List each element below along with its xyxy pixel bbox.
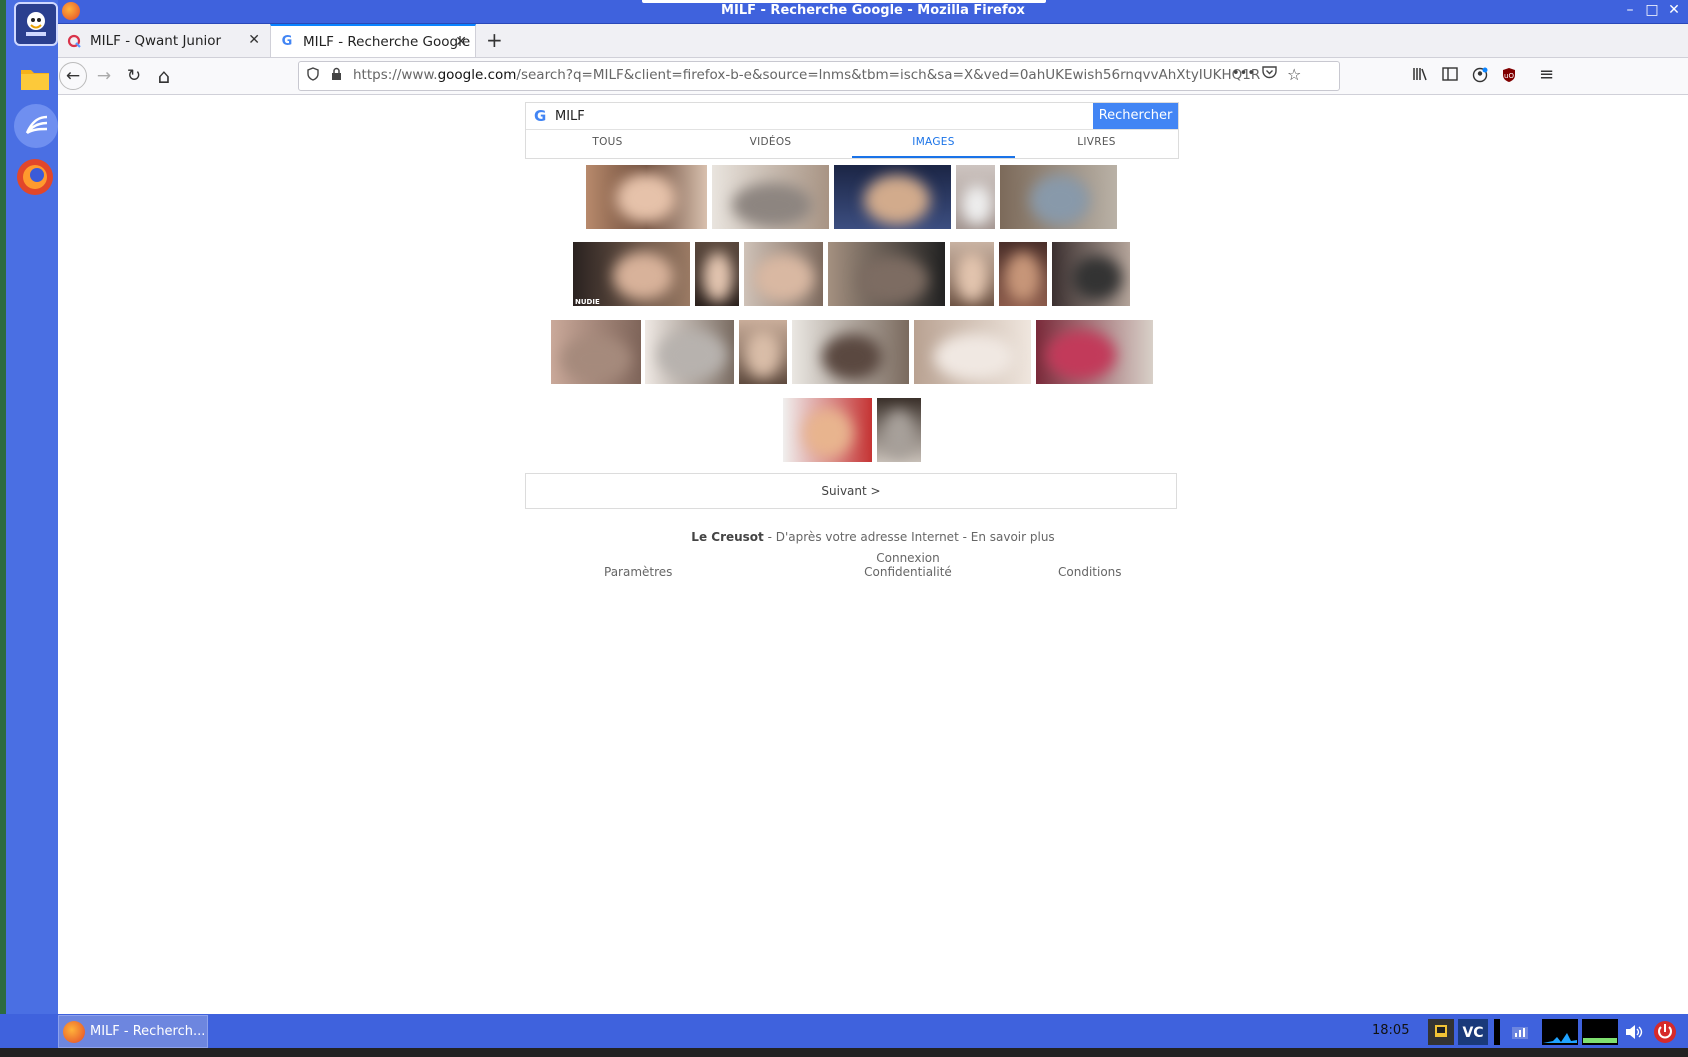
pocket-icon[interactable]: [1262, 65, 1277, 83]
close-tab-icon[interactable]: ✕: [248, 32, 260, 48]
image-result[interactable]: [999, 242, 1047, 306]
image-result[interactable]: [744, 242, 823, 306]
image-result[interactable]: [695, 242, 739, 306]
tab-qwant[interactable]: MILF - Qwant Junior ✕: [58, 24, 268, 57]
file-manager-icon[interactable]: [14, 57, 56, 99]
tracking-shield-icon[interactable]: [307, 67, 319, 85]
close-tab-icon[interactable]: ✕: [455, 34, 467, 50]
search-box: G MILF Rechercher TOUS VIDÉOS IMAGES LIV…: [525, 102, 1179, 159]
page-actions-button[interactable]: •••: [1232, 66, 1255, 81]
power-icon[interactable]: [1652, 1019, 1678, 1045]
search-tabs: TOUS VIDÉOS IMAGES LIVRES: [526, 130, 1178, 158]
image-result[interactable]: [551, 320, 641, 384]
search-row: G MILF Rechercher: [526, 103, 1178, 130]
volume-icon[interactable]: [1622, 1019, 1646, 1045]
location-info[interactable]: - D'après votre adresse Internet - En sa…: [764, 530, 1055, 544]
login-link[interactable]: Connexion: [828, 551, 988, 565]
location-city: Le Creusot: [691, 530, 764, 544]
privacy-link[interactable]: Confidentialité: [828, 565, 988, 579]
task-label: MILF - Recherch...: [90, 1024, 206, 1039]
firefox-launcher-icon[interactable]: [14, 156, 56, 198]
image-result[interactable]: [792, 320, 909, 384]
tab-images[interactable]: IMAGES: [852, 130, 1015, 158]
url-prefix: https://www.: [353, 67, 438, 83]
maximize-button[interactable]: □: [1643, 2, 1661, 18]
launcher-panel: [6, 0, 58, 1020]
next-page-button[interactable]: Suivant >: [525, 473, 1177, 509]
library-icon[interactable]: [1412, 67, 1428, 85]
tab-all[interactable]: TOUS: [526, 130, 689, 158]
url-path: /search?q=MILF&client=firefox-b-e&source…: [516, 67, 1261, 83]
google-logo-icon: G: [534, 107, 547, 125]
image-result[interactable]: [586, 165, 707, 229]
clock[interactable]: 18:05: [1372, 1023, 1409, 1038]
taskbar-firefox-item[interactable]: MILF - Recherch...: [58, 1015, 208, 1048]
tray-separator: [1494, 1019, 1500, 1045]
close-window-button[interactable]: ✕: [1665, 2, 1683, 18]
window-title: MILF - Recherche Google - Mozilla Firefo…: [721, 3, 1025, 18]
ublock-icon[interactable]: uO: [1502, 67, 1516, 87]
tab-google[interactable]: G MILF - Recherche Google ✕: [270, 24, 476, 57]
menu-icon[interactable]: ≡: [1539, 64, 1554, 85]
account-icon[interactable]: [1472, 67, 1488, 87]
url-text[interactable]: https://www.google.com/search?q=MILF&cli…: [353, 67, 1268, 83]
firefox-icon: [63, 1020, 85, 1043]
thumbnail-watermark: NUDIE: [575, 298, 600, 306]
tab-strip: MILF - Qwant Junior ✕ G MILF - Recherche…: [58, 24, 1688, 58]
distro-logo-icon[interactable]: [14, 2, 58, 46]
svg-text:VC: VC: [1462, 1025, 1483, 1041]
image-result[interactable]: [828, 242, 945, 306]
image-result[interactable]: NUDIE: [573, 242, 690, 306]
navigation-toolbar: ← → ↻ ⌂ https://www.google.com/search?q=…: [58, 58, 1688, 95]
lock-icon[interactable]: [331, 67, 342, 85]
forward-button[interactable]: →: [90, 62, 118, 90]
sidebar-icon[interactable]: [1442, 67, 1458, 85]
cpu-graph-icon: [1542, 1019, 1578, 1045]
memory-graph-icon: [1582, 1019, 1618, 1045]
bookmark-star-icon[interactable]: ☆: [1287, 65, 1301, 84]
image-result[interactable]: [834, 165, 951, 229]
location-line: Le Creusot - D'après votre adresse Inter…: [58, 530, 1688, 544]
image-result[interactable]: [1036, 320, 1153, 384]
network-wireless-icon[interactable]: [1508, 1019, 1532, 1045]
image-result[interactable]: [645, 320, 734, 384]
url-bar[interactable]: https://www.google.com/search?q=MILF&cli…: [298, 61, 1340, 91]
image-result[interactable]: [739, 320, 787, 384]
qwant-favicon-icon: [66, 33, 82, 49]
firefox-window: MILF - Recherche Google - Mozilla Firefo…: [58, 0, 1688, 1014]
desktop-bottom-strip: [0, 1048, 1688, 1057]
image-result[interactable]: [914, 320, 1031, 384]
image-result[interactable]: [712, 165, 829, 229]
terms-link[interactable]: Conditions: [1058, 565, 1122, 579]
network-wired-icon[interactable]: [1428, 1019, 1454, 1045]
app-launcher-icon[interactable]: [14, 104, 58, 148]
tab-label: MILF - Qwant Junior: [90, 32, 222, 49]
image-result[interactable]: [877, 398, 921, 462]
url-host: google.com: [437, 67, 517, 83]
title-bar: MILF - Recherche Google - Mozilla Firefo…: [58, 0, 1688, 24]
image-result[interactable]: [956, 165, 995, 229]
tab-videos[interactable]: VIDÉOS: [689, 130, 852, 158]
google-favicon-icon: G: [281, 34, 293, 49]
page-content: G MILF Rechercher TOUS VIDÉOS IMAGES LIV…: [58, 95, 1688, 1014]
taskbar: MILF - Recherch... 18:05 VC: [0, 1014, 1688, 1048]
settings-link[interactable]: Paramètres: [604, 565, 672, 579]
tab-label: MILF - Recherche Google: [303, 33, 471, 50]
back-button[interactable]: ←: [59, 62, 87, 90]
search-input[interactable]: MILF: [555, 109, 585, 124]
minimize-button[interactable]: –: [1621, 2, 1639, 18]
tab-books[interactable]: LIVRES: [1015, 130, 1178, 158]
home-button[interactable]: ⌂: [150, 62, 178, 90]
image-result[interactable]: [1000, 165, 1117, 229]
search-button[interactable]: Rechercher: [1093, 103, 1178, 129]
image-result[interactable]: [950, 242, 994, 306]
svg-text:uO: uO: [1504, 72, 1514, 80]
image-result[interactable]: [783, 398, 872, 462]
image-result[interactable]: [1052, 242, 1130, 306]
vnc-icon[interactable]: VC: [1458, 1019, 1488, 1045]
reload-button[interactable]: ↻: [120, 62, 148, 90]
new-tab-button[interactable]: +: [486, 28, 503, 52]
